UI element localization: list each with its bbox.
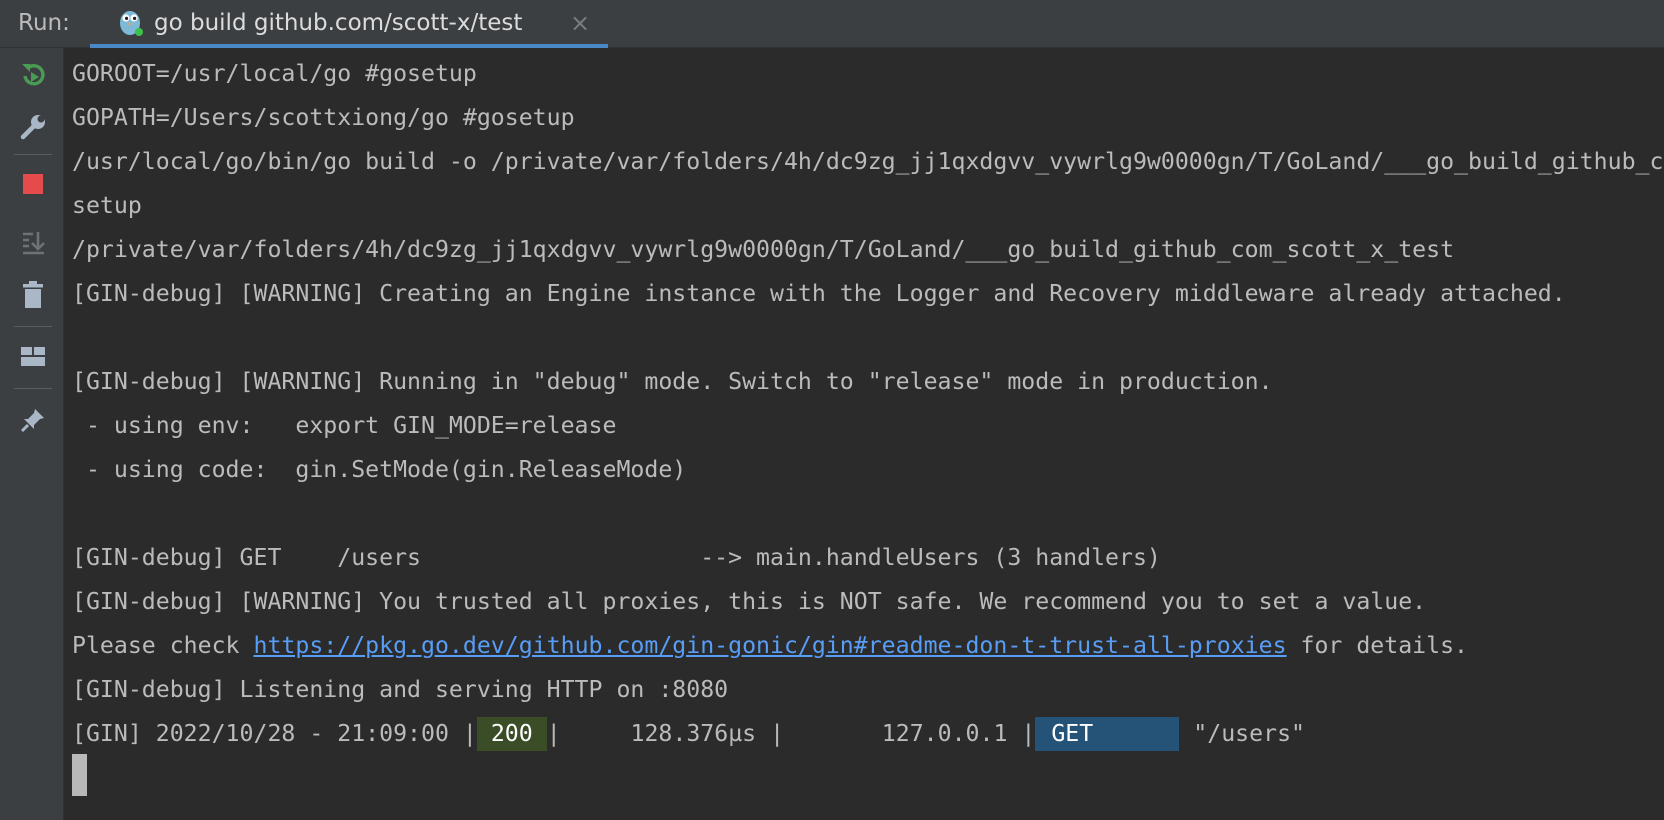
console-line: [GIN-debug] [WARNING] You trusted all pr… bbox=[72, 588, 1427, 615]
console-line: GOPATH=/Users/scottxiong/go #gosetup bbox=[72, 104, 575, 131]
console-line: [GIN-debug] GET /users --> main.handleUs… bbox=[72, 544, 1161, 571]
please-check-text: Please check bbox=[72, 632, 254, 659]
request-log-prefix: [GIN] 2022/10/28 - 21:09:00 | bbox=[72, 720, 477, 747]
status-badge: 200 bbox=[476, 717, 547, 751]
console-line: [GIN-debug] [WARNING] Running in "debug"… bbox=[72, 368, 1273, 395]
console-line: - using env: export GIN_MODE=release bbox=[72, 412, 617, 439]
text-cursor bbox=[72, 754, 87, 796]
pin-icon[interactable] bbox=[16, 403, 50, 437]
tab-title: go build github.com/scott-x/test bbox=[154, 10, 523, 36]
method-badge: GET bbox=[1035, 717, 1180, 751]
run-tool-window-header: Run: go build github.com/scott-x/test × bbox=[0, 0, 1664, 48]
rerun-icon[interactable] bbox=[16, 58, 50, 92]
toolbar-separator bbox=[14, 326, 52, 327]
console-line-listening: [GIN-debug] Listening and serving HTTP o… bbox=[72, 676, 729, 703]
request-log-middle: | 128.376µs | 127.0.0.1 | bbox=[546, 720, 1036, 747]
console-line: setup bbox=[72, 192, 142, 219]
run-toolbar bbox=[0, 48, 64, 820]
request-path: "/users" bbox=[1179, 720, 1305, 747]
console-line: /private/var/folders/4h/dc9zg_jj1qxdgvv_… bbox=[72, 236, 1455, 263]
console-line-request-log: [GIN] 2022/10/28 - 21:09:00 | 200 | 128.37… bbox=[72, 712, 1305, 756]
stop-icon[interactable] bbox=[16, 167, 50, 201]
console-line: GOROOT=/usr/local/go #gosetup bbox=[72, 60, 477, 87]
console-line: [GIN-debug] [WARNING] Creating an Engine… bbox=[72, 280, 1566, 307]
wrench-icon[interactable] bbox=[16, 110, 50, 144]
console-line-proxies-link: Please check https://pkg.go.dev/github.c… bbox=[72, 624, 1468, 668]
scroll-to-end-icon[interactable] bbox=[16, 226, 50, 260]
console-line: /usr/local/go/bin/go build -o /private/v… bbox=[72, 148, 1664, 175]
docs-link[interactable]: https://pkg.go.dev/github.com/gin-gonic/… bbox=[253, 632, 1286, 659]
console-output[interactable]: GOROOT=/usr/local/go #gosetup GOPATH=/Us… bbox=[72, 52, 1664, 820]
run-config-tab[interactable]: go build github.com/scott-x/test × bbox=[90, 0, 608, 48]
run-label: Run: bbox=[18, 10, 70, 36]
layout-icon[interactable] bbox=[16, 340, 50, 374]
close-tab-icon[interactable]: × bbox=[570, 9, 590, 37]
trash-icon[interactable] bbox=[16, 278, 50, 312]
for-details-text: for details. bbox=[1286, 632, 1469, 659]
gopher-icon bbox=[118, 7, 144, 37]
toolbar-separator bbox=[14, 154, 52, 155]
active-tab-indicator bbox=[90, 44, 608, 48]
toolbar-separator bbox=[14, 388, 52, 389]
console-line: - using code: gin.SetMode(gin.ReleaseMod… bbox=[72, 456, 687, 483]
